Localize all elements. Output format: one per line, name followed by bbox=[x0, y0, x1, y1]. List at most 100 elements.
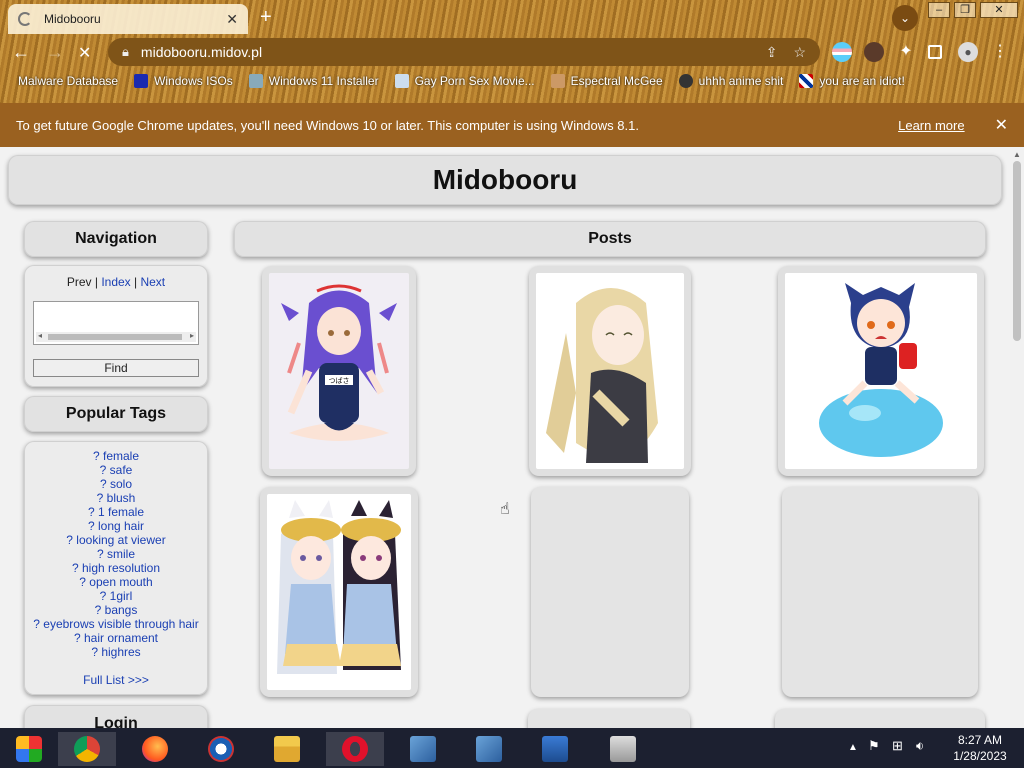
firefox-icon bbox=[142, 736, 168, 762]
tab-search-icon[interactable]: ⌄ bbox=[892, 5, 918, 31]
bookmark-gay-porn-sex-movie[interactable]: Gay Porn Sex Movie... bbox=[394, 74, 535, 88]
tag-link[interactable]: ? smile bbox=[24, 547, 208, 561]
post-placeholder[interactable] bbox=[782, 487, 978, 697]
infobar-message: To get future Google Chrome updates, you… bbox=[16, 117, 639, 133]
bookmark-you-are-an-idiot[interactable]: you are an idiot! bbox=[799, 74, 905, 88]
next-link[interactable]: Next bbox=[140, 275, 165, 289]
tab-title: Midobooru bbox=[44, 12, 101, 26]
folder-icon bbox=[274, 736, 300, 762]
post-thumbnail[interactable] bbox=[260, 487, 418, 697]
prev-label[interactable]: Prev bbox=[67, 275, 92, 289]
bookmark-label: Windows ISOs bbox=[154, 74, 233, 88]
post-thumbnail[interactable] bbox=[778, 266, 984, 476]
bookmark-label: you are an idiot! bbox=[819, 74, 905, 88]
avatar-extension-icon[interactable] bbox=[864, 42, 884, 62]
post-placeholder[interactable] bbox=[528, 709, 690, 728]
close-window-icon[interactable]: ✕ bbox=[980, 2, 1018, 18]
menu-kebab-icon[interactable]: ⋮ bbox=[990, 42, 1010, 62]
post-thumbnail[interactable] bbox=[529, 266, 691, 476]
tag-link[interactable]: ? 1 female bbox=[24, 505, 208, 519]
side-panel-icon[interactable] bbox=[928, 45, 942, 59]
network-computer-icon bbox=[476, 736, 502, 762]
find-button[interactable]: Find bbox=[33, 359, 199, 377]
post-placeholder[interactable] bbox=[531, 487, 689, 697]
tab-midobooru[interactable]: Midobooru ✕ bbox=[8, 4, 248, 34]
chrome-icon bbox=[74, 736, 100, 762]
bookmark-windows-11-installer[interactable]: Windows 11 Installer bbox=[248, 74, 379, 88]
flag-icon[interactable]: ⚑ bbox=[868, 738, 880, 754]
network-icon[interactable]: ⊞ bbox=[892, 738, 903, 754]
taskbar-remote-desktop[interactable] bbox=[526, 732, 584, 766]
update-infobar: To get future Google Chrome updates, you… bbox=[0, 103, 1024, 147]
stop-loading-icon[interactable]: ✕ bbox=[78, 43, 91, 63]
clock-date: 1/28/2023 bbox=[953, 749, 1007, 763]
x-logo-icon bbox=[134, 74, 149, 88]
page-scrollbar[interactable]: ▲ bbox=[1010, 147, 1024, 728]
login-header: Login bbox=[24, 705, 208, 728]
scroll-thumb[interactable] bbox=[48, 334, 182, 340]
tag-link[interactable]: ? solo bbox=[24, 477, 208, 491]
infobar-close-icon[interactable]: ✕ bbox=[995, 115, 1008, 135]
post-placeholder[interactable] bbox=[775, 709, 985, 728]
tag-search-input[interactable]: ◂ ▸ bbox=[33, 301, 199, 345]
bookmark-label: Espectral McGee bbox=[570, 74, 663, 88]
scroll-right-icon[interactable]: ▸ bbox=[190, 331, 194, 340]
profile-avatar-icon[interactable]: ● bbox=[958, 42, 978, 62]
swimsuit-name-tag: つばさ bbox=[329, 376, 350, 385]
tab-close-icon[interactable]: ✕ bbox=[226, 11, 238, 28]
bookmark-star-icon[interactable]: ☆ bbox=[793, 44, 806, 61]
address-bar[interactable]: 🔒︎ midobooru.midov.pl ⇪ ☆ bbox=[108, 38, 820, 66]
scroll-up-icon[interactable]: ▲ bbox=[1013, 150, 1021, 159]
show-hidden-icons[interactable]: ▲ bbox=[848, 742, 858, 753]
taskbar-network-app-1[interactable] bbox=[394, 732, 452, 766]
volume-icon[interactable]: 🔉︎ bbox=[916, 738, 924, 754]
tag-link[interactable]: ? 1girl bbox=[24, 589, 208, 603]
forward-icon[interactable]: → bbox=[46, 42, 64, 63]
page-scroll-thumb[interactable] bbox=[1013, 161, 1021, 341]
tag-link[interactable]: ? hair ornament bbox=[24, 631, 208, 645]
taskbar-opera[interactable] bbox=[326, 732, 384, 766]
bookmark-espectral-mcgee[interactable]: Espectral McGee bbox=[550, 74, 663, 88]
scroll-left-icon[interactable]: ◂ bbox=[38, 331, 42, 340]
bookmark-uhhh-anime-shit[interactable]: uhhh anime shit bbox=[678, 74, 783, 88]
restore-icon[interactable]: ❐ bbox=[954, 2, 976, 18]
learn-more-link[interactable]: Learn more bbox=[898, 118, 964, 133]
index-link[interactable]: Index bbox=[101, 275, 130, 289]
bookmark-windows-isos[interactable]: Windows ISOs bbox=[134, 74, 233, 88]
bookmark-malware-database[interactable]: Malware Database bbox=[18, 74, 118, 88]
minimize-icon[interactable]: – bbox=[928, 2, 950, 18]
tag-link[interactable]: ? female bbox=[24, 449, 208, 463]
taskbar-chrome[interactable] bbox=[58, 732, 116, 766]
tag-link[interactable]: ? looking at viewer bbox=[24, 533, 208, 547]
url-text[interactable]: midobooru.midov.pl bbox=[141, 44, 750, 60]
post-thumbnail[interactable]: つばさ bbox=[262, 266, 416, 476]
tag-link[interactable]: ? long hair bbox=[24, 519, 208, 533]
search-field-scrollbar[interactable]: ◂ ▸ bbox=[36, 331, 196, 342]
full-tag-list-link[interactable]: Full List >>> bbox=[24, 673, 208, 687]
posts-header: Posts bbox=[234, 221, 986, 257]
obama-logo-icon bbox=[208, 736, 234, 762]
taskbar-firefox[interactable] bbox=[126, 732, 184, 766]
tag-link[interactable]: ? high resolution bbox=[24, 561, 208, 575]
extensions-puzzle-icon[interactable]: ✦ bbox=[896, 42, 916, 62]
tag-link[interactable]: ? blush bbox=[24, 491, 208, 505]
system-clock[interactable]: 8:27 AM 1/28/2023 bbox=[940, 732, 1020, 764]
trans-flag-extension-icon[interactable] bbox=[832, 42, 852, 62]
anime-face-icon bbox=[678, 74, 693, 88]
tag-link[interactable]: ? eyebrows visible through hair bbox=[24, 617, 208, 631]
tag-link[interactable]: ? bangs bbox=[24, 603, 208, 617]
back-icon[interactable]: ← bbox=[12, 42, 30, 63]
start-button[interactable] bbox=[0, 732, 58, 766]
post-image: つばさ bbox=[269, 273, 409, 469]
taskbar-network-app-2[interactable] bbox=[460, 732, 518, 766]
tag-link[interactable]: ? open mouth bbox=[24, 575, 208, 589]
tag-link[interactable]: ? safe bbox=[24, 463, 208, 477]
navigation-panel: Prev | Index | Next ◂ ▸ Find bbox=[24, 265, 208, 387]
taskbar-obama[interactable] bbox=[192, 732, 250, 766]
share-icon[interactable]: ⇪ bbox=[766, 44, 778, 61]
anime-girl-swimsuit-illustration: つばさ bbox=[281, 284, 397, 441]
taskbar-file-explorer[interactable] bbox=[258, 732, 316, 766]
new-tab-icon[interactable]: + bbox=[260, 6, 272, 29]
taskbar-task-manager[interactable] bbox=[594, 732, 652, 766]
tag-link[interactable]: ? highres bbox=[24, 645, 208, 659]
